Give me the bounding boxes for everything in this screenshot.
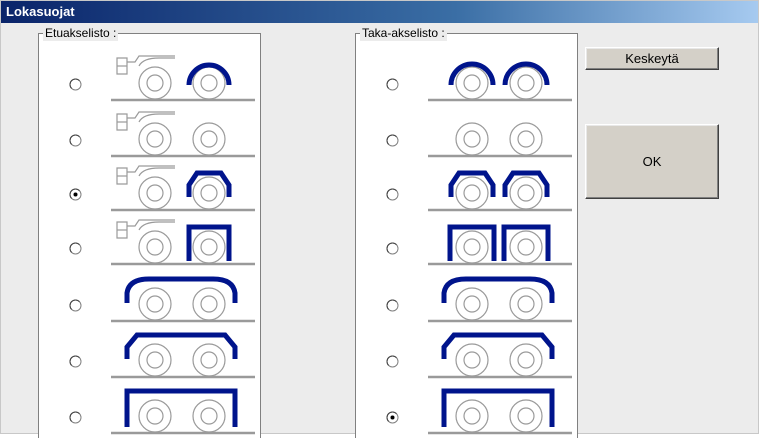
rear-axle-radio-1[interactable] [386,78,399,91]
rear-axle-group: Taka-akselisto : [355,25,578,439]
title-bar: Lokasuojat [1,1,758,23]
rear-axle-radio-7[interactable] [386,411,399,424]
separate-square-fenders-icon [426,216,576,273]
front-axle-radio-4[interactable] [69,242,82,255]
cancel-button[interactable]: Keskeytä [585,47,719,70]
single-angled-fender-icon [426,329,576,386]
ok-button[interactable]: OK [585,124,719,199]
separate-angled-fenders-icon [426,162,576,219]
front-axle-group: Etuakselisto : [38,25,261,439]
front-axle-radio-2[interactable] [69,134,82,147]
separate-round-fenders-icon [426,52,576,109]
rear-axle-option-3[interactable] [356,160,577,216]
rear-axle-radio-5[interactable] [386,299,399,312]
front-axle-option-1[interactable] [39,50,260,106]
rear-axle-radio-4[interactable] [386,242,399,255]
front-axle-radio-6[interactable] [69,355,82,368]
rear-axle-radio-3[interactable] [386,188,399,201]
tandem-round-fender-icon [109,273,259,330]
front-axle-radio-1[interactable] [69,78,82,91]
front-axle-radio-7[interactable] [69,411,82,424]
cab-rear-square-fender-icon [109,216,259,273]
rear-axle-option-4[interactable] [356,214,577,270]
front-axle-radio-3[interactable] [69,188,82,201]
rear-axle-option-2[interactable] [356,106,577,162]
rear-axle-radio-6[interactable] [386,355,399,368]
front-axle-radio-5[interactable] [69,299,82,312]
window-title: Lokasuojat [6,4,75,19]
tandem-angled-fender-icon [109,329,259,386]
front-axle-option-5[interactable] [39,271,260,327]
front-axle-option-2[interactable] [39,106,260,162]
front-axle-option-3[interactable] [39,160,260,216]
cab-rear-round-fender-icon [109,52,259,109]
tandem-square-fender-icon [109,385,259,442]
cab-rear-angled-fender-icon [109,162,259,219]
front-axle-option-6[interactable] [39,327,260,383]
single-round-fender-icon [426,273,576,330]
rear-axle-option-5[interactable] [356,271,577,327]
cab-no-fender-icon [109,108,259,165]
front-axle-group-label: Etuakselisto : [43,25,119,41]
rear-axle-group-label: Taka-akselisto : [360,25,447,41]
rear-axle-option-6[interactable] [356,327,577,383]
front-axle-option-4[interactable] [39,214,260,270]
no-fenders-icon [426,108,576,165]
single-square-fender-icon [426,385,576,442]
dialog-window: Lokasuojat Etuakselisto : Taka-akselisto… [0,0,759,438]
front-axle-option-7[interactable] [39,383,260,439]
rear-axle-option-1[interactable] [356,50,577,106]
rear-axle-radio-2[interactable] [386,134,399,147]
rear-axle-option-7[interactable] [356,383,577,439]
